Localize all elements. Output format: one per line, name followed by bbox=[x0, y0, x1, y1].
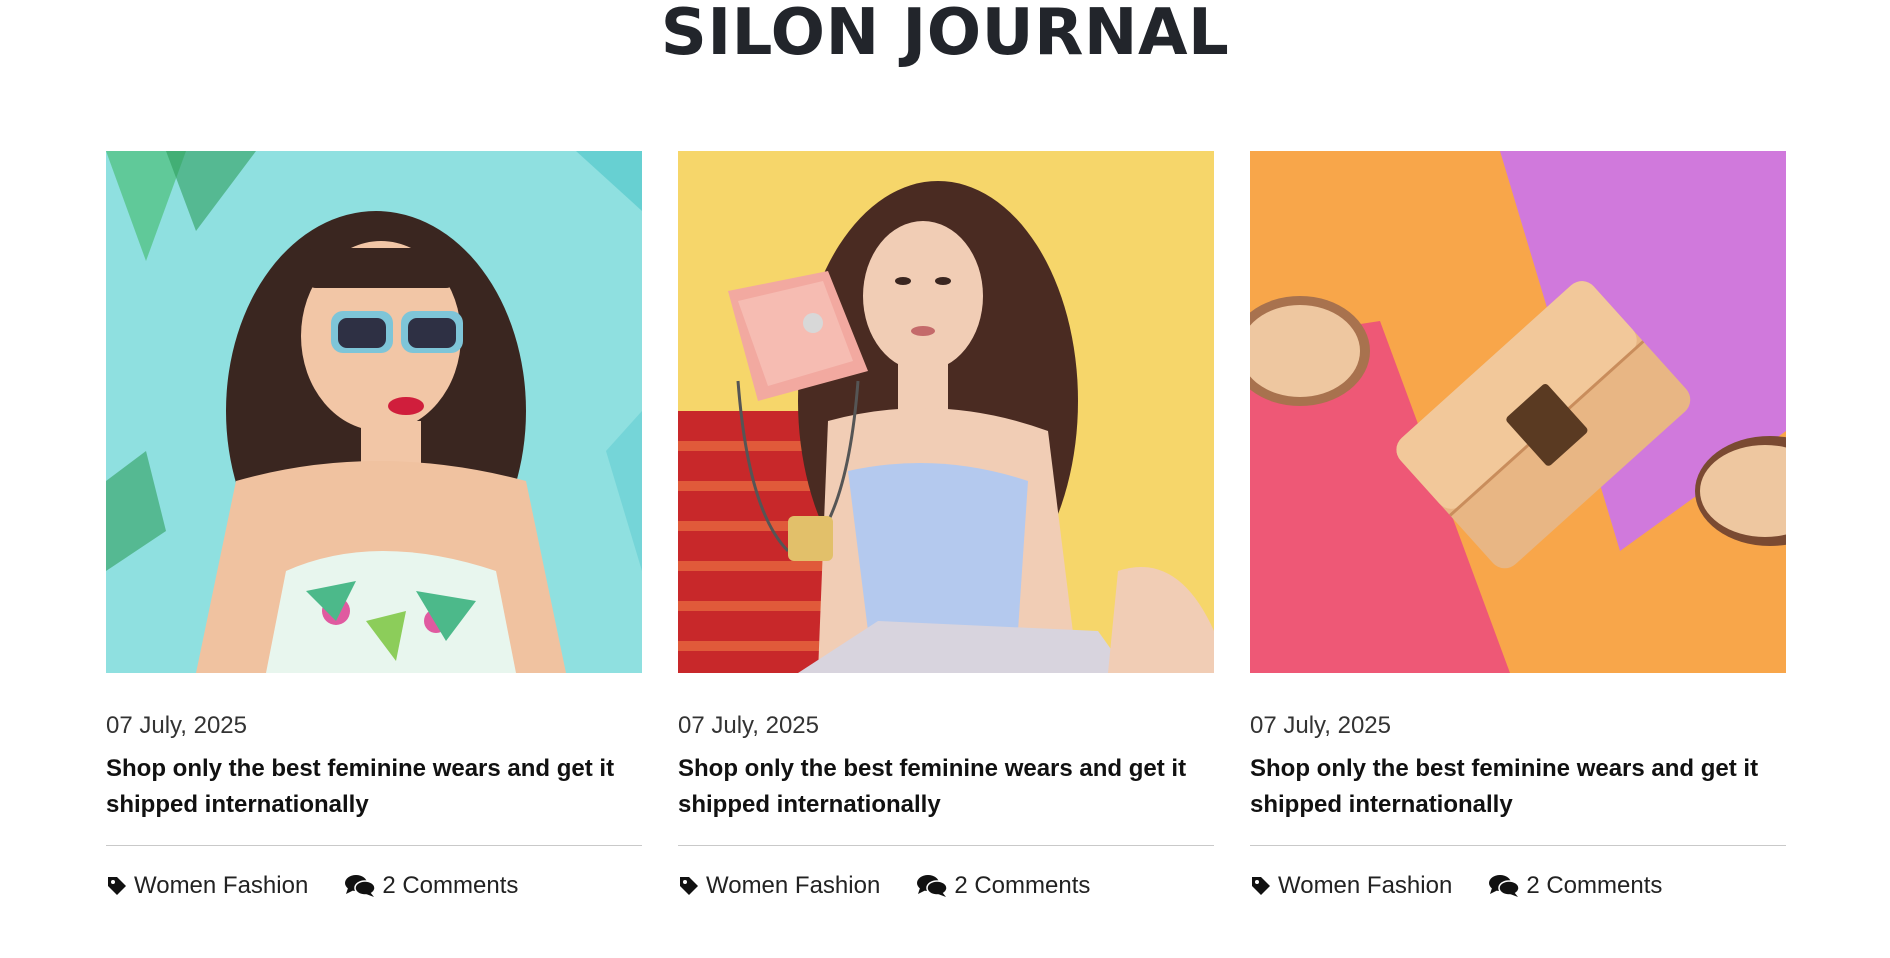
post-date: 07 July, 2025 bbox=[678, 712, 819, 739]
comments-label: 2 Comments bbox=[1526, 872, 1663, 899]
woman-sunglasses-photo bbox=[106, 151, 642, 673]
post-title-link[interactable]: Shop only the best feminine wears and ge… bbox=[1250, 751, 1786, 846]
comments-icon bbox=[1488, 874, 1521, 898]
category-link[interactable]: Women Fashion bbox=[1250, 872, 1452, 900]
journal-section: SILON JOURNAL 07 July, 2025 Shop only th… bbox=[0, 0, 1890, 958]
woman-handbag-photo bbox=[678, 151, 1214, 673]
category-label: Women Fashion bbox=[1278, 872, 1453, 899]
blog-card-image[interactable] bbox=[106, 151, 642, 673]
category-label: Women Fashion bbox=[706, 872, 881, 899]
category-link[interactable]: Women Fashion bbox=[678, 872, 880, 900]
comments-label: 2 Comments bbox=[954, 872, 1091, 899]
tag-icon bbox=[678, 875, 700, 897]
post-date: 07 July, 2025 bbox=[106, 712, 247, 739]
post-meta: Women Fashion 2 Comments bbox=[1250, 872, 1786, 900]
tag-icon bbox=[1250, 875, 1272, 897]
post-title-link[interactable]: Shop only the best feminine wears and ge… bbox=[106, 751, 642, 846]
comments-link[interactable]: 2 Comments bbox=[916, 872, 1090, 900]
post-title-link[interactable]: Shop only the best feminine wears and ge… bbox=[678, 751, 1214, 846]
category-link[interactable]: Women Fashion bbox=[106, 872, 308, 900]
wallet-shoes-photo bbox=[1250, 151, 1786, 673]
post-meta: Women Fashion 2 Comments bbox=[678, 872, 1214, 900]
section-title: SILON JOURNAL bbox=[660, 0, 1230, 70]
blog-card-image[interactable] bbox=[678, 151, 1214, 673]
tag-icon bbox=[106, 875, 128, 897]
post-meta: Women Fashion 2 Comments bbox=[106, 872, 642, 900]
comments-icon bbox=[344, 874, 377, 898]
blog-card: 07 July, 2025 Shop only the best feminin… bbox=[106, 151, 642, 900]
blog-card: 07 July, 2025 Shop only the best feminin… bbox=[678, 151, 1214, 900]
comments-link[interactable]: 2 Comments bbox=[1488, 872, 1662, 900]
comments-icon bbox=[916, 874, 949, 898]
blog-card-image[interactable] bbox=[1250, 151, 1786, 673]
comments-label: 2 Comments bbox=[382, 872, 519, 899]
comments-link[interactable]: 2 Comments bbox=[344, 872, 518, 900]
blog-card-list: 07 July, 2025 Shop only the best feminin… bbox=[106, 151, 1786, 900]
category-label: Women Fashion bbox=[134, 872, 309, 899]
blog-card: 07 July, 2025 Shop only the best feminin… bbox=[1250, 151, 1786, 900]
post-date: 07 July, 2025 bbox=[1250, 712, 1391, 739]
